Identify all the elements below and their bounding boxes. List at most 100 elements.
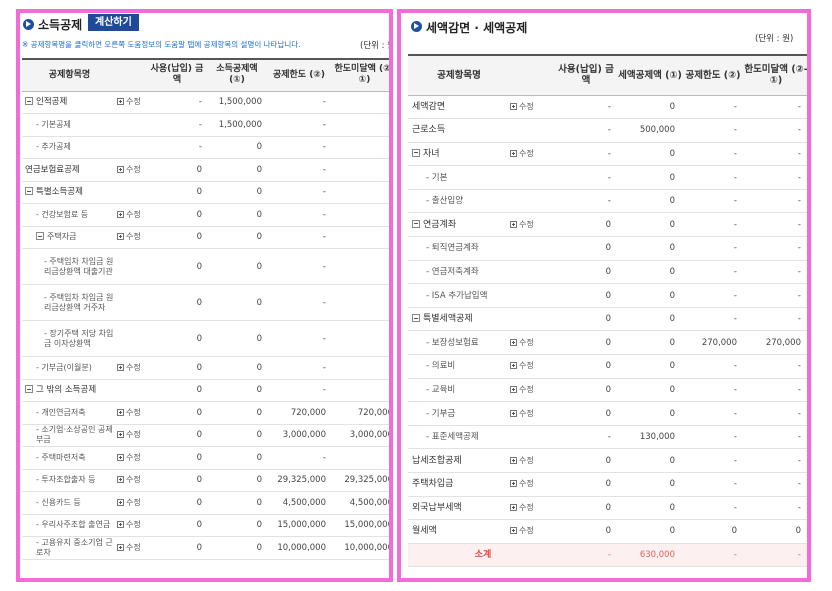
deduction-item-name[interactable]: 특별소득공제 <box>22 181 117 204</box>
edit-cell[interactable]: 수정 <box>117 226 147 249</box>
edit-link[interactable]: 수정 <box>126 232 141 241</box>
deduction-item-name[interactable]: - 표준세액공제 <box>408 425 510 450</box>
deduction-item-name[interactable]: - 기부금 <box>408 401 510 426</box>
edit-cell[interactable]: 수정 <box>117 469 147 492</box>
amount-cell: - <box>267 320 331 357</box>
subtotal-amount: 630,000 <box>618 543 682 567</box>
edit-cell[interactable]: 수정 <box>117 356 147 380</box>
edit-link[interactable]: 수정 <box>126 430 141 439</box>
calculate-button[interactable]: 계산하기 <box>88 14 139 31</box>
deduction-item-name[interactable]: 인적공제 <box>22 91 117 114</box>
unit-label: (단위 : 원) <box>755 34 794 44</box>
edit-link[interactable]: 수정 <box>126 363 141 372</box>
edit-link[interactable]: 수정 <box>519 503 534 512</box>
deduction-item-name[interactable]: 연금계좌 <box>408 212 510 238</box>
deduction-item-name[interactable]: - 장기주택 저당 차입금 이자상환액 <box>22 320 117 357</box>
deduction-item-name[interactable]: 월세액 <box>408 519 510 544</box>
collapse-toggle-icon[interactable] <box>25 187 33 196</box>
deduction-item-name[interactable]: 자녀 <box>408 142 510 167</box>
edit-cell[interactable]: 수정 <box>117 514 147 537</box>
edit-link[interactable]: 수정 <box>126 165 141 174</box>
edit-cell[interactable]: 수정 <box>117 491 147 515</box>
edit-link[interactable]: 수정 <box>126 210 141 219</box>
deduction-item-name[interactable]: - 고용유지 중소기업 근로자 <box>22 536 117 560</box>
edit-cell[interactable]: 수정 <box>510 378 554 403</box>
edit-cell[interactable]: 수정 <box>117 446 147 470</box>
edit-link[interactable]: 수정 <box>519 102 534 111</box>
edit-cell[interactable]: 수정 <box>117 536 147 560</box>
edit-link[interactable]: 수정 <box>519 385 534 394</box>
edit-cell[interactable]: 수정 <box>510 472 554 497</box>
edit-cell[interactable]: 수정 <box>510 212 554 238</box>
edit-cell[interactable]: 수정 <box>117 203 147 227</box>
deduction-item-name[interactable]: 주택자금 <box>22 226 117 249</box>
deduction-item-name[interactable]: 외국납부세액 <box>408 496 510 521</box>
edit-cell[interactable]: 수정 <box>510 519 554 544</box>
amount-cell: - <box>744 472 807 497</box>
deduction-item-name[interactable]: - 기본 <box>408 165 510 190</box>
deduction-item-name[interactable]: - 추가공제 <box>22 136 117 159</box>
col-header-credit: 세액공제액 (①) <box>618 54 682 96</box>
edit-link[interactable]: 수정 <box>126 475 141 484</box>
deduction-item-name[interactable]: - 연금저축계좌 <box>408 260 510 285</box>
deduction-item-name[interactable]: - 출산입양 <box>408 189 510 214</box>
edit-link[interactable]: 수정 <box>519 220 534 229</box>
edit-link[interactable]: 수정 <box>519 526 534 535</box>
deduction-item-name[interactable]: - 건강보험료 등 <box>22 203 117 227</box>
edit-link[interactable]: 수정 <box>126 97 141 106</box>
edit-cell[interactable]: 수정 <box>510 330 554 356</box>
edit-link[interactable]: 수정 <box>126 520 141 529</box>
edit-link[interactable]: 수정 <box>519 479 534 488</box>
collapse-toggle-icon[interactable] <box>412 148 420 157</box>
edit-link[interactable]: 수정 <box>519 149 534 158</box>
edit-link[interactable]: 수정 <box>126 408 141 417</box>
amount-cell: 0 <box>147 491 207 515</box>
deduction-item-name[interactable]: - 우리사주조합 출연금 <box>22 514 117 537</box>
deduction-item-name[interactable]: - 주택임차 차입금 원리금상환액 거주자 <box>22 284 117 321</box>
edit-cell[interactable]: 수정 <box>117 91 147 114</box>
deduction-item-name[interactable]: - 투자조합출자 등 <box>22 469 117 492</box>
deduction-item-name[interactable]: - 신용카드 등 <box>22 491 117 515</box>
deduction-item-name[interactable]: 주택차입금 <box>408 472 510 497</box>
edit-cell[interactable]: 수정 <box>117 401 147 425</box>
deduction-item-name[interactable]: - 주택마련저축 <box>22 446 117 470</box>
edit-link[interactable]: 수정 <box>519 338 534 347</box>
edit-cell[interactable]: 수정 <box>117 158 147 182</box>
deduction-item-name[interactable]: - 기본공제 <box>22 113 117 137</box>
collapse-toggle-icon[interactable] <box>412 314 420 323</box>
edit-cell[interactable]: 수정 <box>117 424 147 447</box>
deduction-item-name[interactable]: 세액감면 <box>408 95 510 120</box>
edit-link[interactable]: 수정 <box>519 361 534 370</box>
deduction-item-name[interactable]: 납세조합공제 <box>408 448 510 473</box>
deduction-item-name[interactable]: - ISA 추가납입액 <box>408 283 510 308</box>
collapse-toggle-icon[interactable] <box>25 97 33 106</box>
collapse-toggle-icon[interactable] <box>36 232 44 241</box>
deduction-item-name[interactable]: - 기부금(이월분) <box>22 356 117 380</box>
deduction-item-name[interactable]: - 개인연금저축 <box>22 401 117 425</box>
edit-cell[interactable]: 수정 <box>510 95 554 120</box>
edit-link[interactable]: 수정 <box>126 543 141 552</box>
edit-cell[interactable]: 수정 <box>510 401 554 426</box>
collapse-toggle-icon[interactable] <box>412 219 420 228</box>
deduction-item-name[interactable]: - 소기업·소상공인 공제부금 <box>22 424 117 447</box>
deduction-item-name[interactable]: 근로소득 <box>408 118 510 143</box>
deduction-item-name[interactable]: - 교육비 <box>408 378 510 403</box>
collapse-toggle-icon[interactable] <box>25 385 33 394</box>
deduction-item-name[interactable]: - 의료비 <box>408 354 510 379</box>
amount-cell: - <box>682 260 744 285</box>
deduction-item-name[interactable]: 그 밖의 소득공제 <box>22 379 117 402</box>
deduction-item-name[interactable]: 연금보험료공제 <box>22 158 117 182</box>
edit-cell[interactable]: 수정 <box>510 448 554 473</box>
edit-cell[interactable]: 수정 <box>510 142 554 167</box>
edit-link[interactable]: 수정 <box>519 456 534 465</box>
deduction-item-name[interactable]: - 주택임차 차입금 원리금상환액 대출기관 <box>22 248 117 285</box>
edit-cell[interactable]: 수정 <box>510 354 554 379</box>
deduction-item-name[interactable]: 특별세액공제 <box>408 307 510 332</box>
edit-link[interactable]: 수정 <box>519 409 534 418</box>
edit-cell[interactable]: 수정 <box>510 496 554 521</box>
edit-link[interactable]: 수정 <box>126 453 141 462</box>
edit-link[interactable]: 수정 <box>126 498 141 507</box>
deduction-item-name[interactable]: - 퇴직연금계좌 <box>408 236 510 261</box>
deduction-item-name[interactable]: - 보장성보험료 <box>408 330 510 356</box>
amount-cell: - <box>682 283 744 308</box>
